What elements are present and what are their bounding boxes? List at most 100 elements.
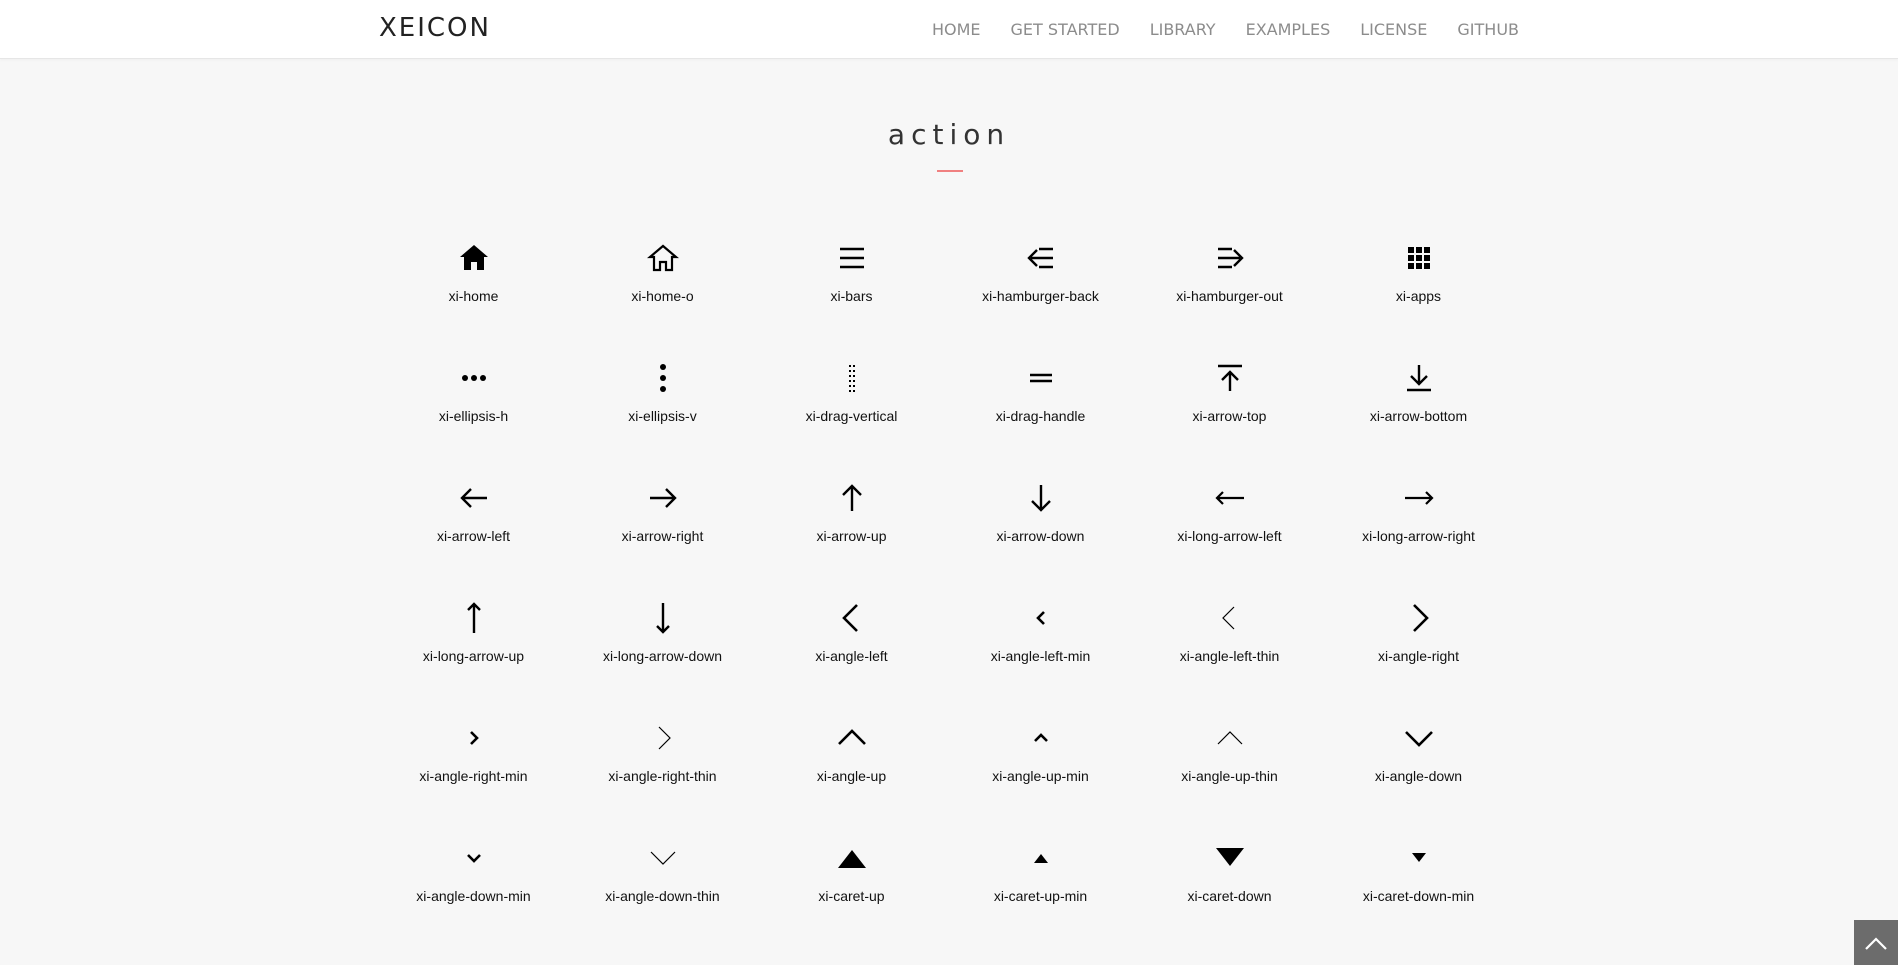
icon-label: xi-angle-right-min <box>419 768 528 784</box>
icon-tile-xi-angle-up-min[interactable]: xi-angle-up-min <box>946 720 1135 840</box>
caret-down-min-icon <box>1401 840 1437 876</box>
icon-tile-xi-angle-left[interactable]: xi-angle-left <box>757 600 946 720</box>
icon-tile-xi-ellipsis-h[interactable]: xi-ellipsis-h <box>379 360 568 480</box>
nav-github-link[interactable]: GITHUB <box>1457 20 1519 39</box>
icon-tile-xi-angle-up[interactable]: xi-angle-up <box>757 720 946 840</box>
icon-tile-xi-angle-down-thin[interactable]: xi-angle-down-thin <box>568 840 757 960</box>
icon-tile-xi-long-arrow-down[interactable]: xi-long-arrow-down <box>568 600 757 720</box>
angle-down-min-icon <box>456 840 492 876</box>
angle-right-min-icon <box>456 720 492 756</box>
icon-tile-xi-bars[interactable]: xi-bars <box>757 240 946 360</box>
icon-label: xi-caret-down <box>1187 888 1272 904</box>
icon-tile-xi-arrow-left[interactable]: xi-arrow-left <box>379 480 568 600</box>
icon-tile-xi-long-arrow-left[interactable]: xi-long-arrow-left <box>1135 480 1324 600</box>
icon-label: xi-angle-down <box>1374 768 1463 784</box>
icon-tile-xi-hamburger-back[interactable]: xi-hamburger-back <box>946 240 1135 360</box>
icon-label: xi-caret-up-min <box>993 888 1088 904</box>
chevron-up-icon <box>1865 936 1887 950</box>
icon-tile-xi-drag-vertical[interactable]: xi-drag-vertical <box>757 360 946 480</box>
caret-up-icon <box>834 840 870 876</box>
icon-tile-xi-angle-right-thin[interactable]: xi-angle-right-thin <box>568 720 757 840</box>
caret-down-icon <box>1212 840 1248 876</box>
icon-label: xi-angle-right <box>1378 648 1459 664</box>
icon-label: xi-angle-left-min <box>990 648 1091 664</box>
icon-label: xi-angle-up-min <box>992 768 1089 784</box>
scroll-top-button[interactable] <box>1854 920 1898 965</box>
icon-label: xi-arrow-up <box>816 528 887 544</box>
long-arrow-left-icon <box>1212 480 1248 516</box>
icon-tile-xi-home-o[interactable]: xi-home-o <box>568 240 757 360</box>
icon-tile-xi-ellipsis-v[interactable]: xi-ellipsis-v <box>568 360 757 480</box>
icon-label: xi-drag-vertical <box>805 408 898 424</box>
icon-label: xi-arrow-down <box>996 528 1085 544</box>
nav-license-link[interactable]: LICENSE <box>1360 20 1427 39</box>
icon-label: xi-long-arrow-up <box>422 648 525 664</box>
icon-label: xi-home-o <box>631 288 694 304</box>
icon-tile-xi-long-arrow-right[interactable]: xi-long-arrow-right <box>1324 480 1513 600</box>
icon-label: xi-home <box>448 288 499 304</box>
icon-tile-xi-arrow-top[interactable]: xi-arrow-top <box>1135 360 1324 480</box>
icon-tile-xi-angle-left-thin[interactable]: xi-angle-left-thin <box>1135 600 1324 720</box>
icon-label: xi-angle-right-thin <box>608 768 717 784</box>
icon-label: xi-hamburger-back <box>982 288 1099 304</box>
icon-tile-xi-angle-up-thin[interactable]: xi-angle-up-thin <box>1135 720 1324 840</box>
icon-label: xi-arrow-top <box>1192 408 1267 424</box>
arrow-down-icon <box>1023 480 1059 516</box>
icon-tile-xi-angle-right-min[interactable]: xi-angle-right-min <box>379 720 568 840</box>
angle-left-min-icon <box>1023 600 1059 636</box>
icon-tile-xi-caret-up[interactable]: xi-caret-up <box>757 840 946 960</box>
icon-label: xi-angle-left <box>815 648 888 664</box>
icon-tile-xi-home[interactable]: xi-home <box>379 240 568 360</box>
arrow-bottom-icon <box>1401 360 1437 396</box>
icon-tile-xi-angle-right[interactable]: xi-angle-right <box>1324 600 1513 720</box>
angle-down-thin-icon <box>645 840 681 876</box>
icon-label: xi-ellipsis-v <box>628 408 697 424</box>
angle-right-icon <box>1401 600 1437 636</box>
site-logo[interactable]: XEICON <box>379 13 491 43</box>
nav-library-link[interactable]: LIBRARY <box>1150 20 1216 39</box>
icon-tile-xi-long-arrow-up[interactable]: xi-long-arrow-up <box>379 600 568 720</box>
drag-handle-icon <box>1023 360 1059 396</box>
icon-tile-xi-caret-up-min[interactable]: xi-caret-up-min <box>946 840 1135 960</box>
icon-label: xi-long-arrow-left <box>1177 528 1282 544</box>
icon-tile-xi-caret-down-min[interactable]: xi-caret-down-min <box>1324 840 1513 960</box>
apps-icon <box>1401 240 1437 276</box>
home-outline-icon <box>645 240 681 276</box>
icon-tile-xi-angle-left-min[interactable]: xi-angle-left-min <box>946 600 1135 720</box>
icon-tile-xi-drag-handle[interactable]: xi-drag-handle <box>946 360 1135 480</box>
hamburger-back-icon <box>1023 240 1059 276</box>
long-arrow-down-icon <box>645 600 681 636</box>
angle-right-thin-icon <box>645 720 681 756</box>
icon-label: xi-angle-up-thin <box>1181 768 1278 784</box>
caret-up-min-icon <box>1023 840 1059 876</box>
icon-tile-xi-arrow-up[interactable]: xi-arrow-up <box>757 480 946 600</box>
angle-up-thin-icon <box>1212 720 1248 756</box>
icon-tile-xi-arrow-down[interactable]: xi-arrow-down <box>946 480 1135 600</box>
icon-label: xi-ellipsis-h <box>438 408 509 424</box>
icon-tile-xi-apps[interactable]: xi-apps <box>1324 240 1513 360</box>
icon-label: xi-caret-up <box>818 888 885 904</box>
icon-label: xi-bars <box>830 288 873 304</box>
icon-label: xi-angle-down-thin <box>605 888 720 904</box>
icon-tile-xi-angle-down-min[interactable]: xi-angle-down-min <box>379 840 568 960</box>
icon-tile-xi-arrow-bottom[interactable]: xi-arrow-bottom <box>1324 360 1513 480</box>
arrow-left-icon <box>456 480 492 516</box>
hamburger-out-icon <box>1212 240 1248 276</box>
nav-home-link[interactable]: HOME <box>932 20 981 39</box>
title-underline <box>937 170 963 172</box>
angle-up-min-icon <box>1023 720 1059 756</box>
arrow-up-icon <box>834 480 870 516</box>
icon-label: xi-long-arrow-down <box>602 648 723 664</box>
icon-label: xi-arrow-left <box>436 528 511 544</box>
icon-tile-xi-angle-down[interactable]: xi-angle-down <box>1324 720 1513 840</box>
icon-label: xi-long-arrow-right <box>1362 528 1475 544</box>
icon-tile-xi-arrow-right[interactable]: xi-arrow-right <box>568 480 757 600</box>
nav-examples-link[interactable]: EXAMPLES <box>1246 20 1331 39</box>
icon-grid: xi-home xi-home-o xi-bars xi-hamburger-back… <box>379 240 1519 960</box>
icon-tile-xi-hamburger-out[interactable]: xi-hamburger-out <box>1135 240 1324 360</box>
icon-label: xi-hamburger-out <box>1176 288 1283 304</box>
icon-label: xi-arrow-bottom <box>1369 408 1468 424</box>
angle-down-icon <box>1401 720 1437 756</box>
nav-get-started-link[interactable]: GET STARTED <box>1011 20 1120 39</box>
icon-tile-xi-caret-down[interactable]: xi-caret-down <box>1135 840 1324 960</box>
